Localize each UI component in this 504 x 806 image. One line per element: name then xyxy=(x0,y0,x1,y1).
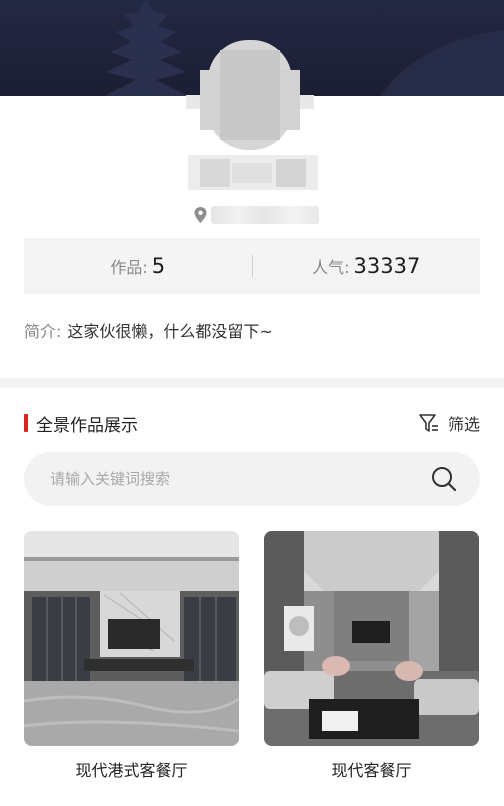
work-thumbnail[interactable] xyxy=(264,531,479,746)
work-card[interactable]: 现代港式客餐厅 xyxy=(24,531,239,781)
works-count: 5 xyxy=(151,254,166,278)
filter-label: 筛选 xyxy=(447,415,480,434)
bio: 简介: 这家伙很懒，什么都没留下~ xyxy=(24,318,273,342)
work-card[interactable]: 现代客餐厅 xyxy=(264,531,479,781)
bio-text: 这家伙很懒，什么都没留下~ xyxy=(67,322,273,341)
works-stat[interactable]: 作品: 5 xyxy=(24,254,252,278)
work-title[interactable]: 现代港式客餐厅 xyxy=(24,757,239,781)
bio-label: 简介: xyxy=(24,322,62,341)
work-thumbnail[interactable] xyxy=(24,531,239,746)
search-icon[interactable] xyxy=(430,465,458,493)
location-row xyxy=(194,205,319,225)
popularity-label: 人气: xyxy=(312,258,350,277)
location-text-blurred xyxy=(211,206,319,224)
section-divider xyxy=(0,378,504,388)
section-header: 全景作品展示 筛选 xyxy=(24,410,480,436)
work-title[interactable]: 现代客餐厅 xyxy=(264,757,479,781)
search-bar xyxy=(24,452,480,506)
works-label: 作品: xyxy=(110,258,148,277)
section-title-group: 全景作品展示 xyxy=(24,411,138,436)
username-blurred xyxy=(188,155,318,190)
search-input[interactable] xyxy=(48,469,392,489)
section-title: 全景作品展示 xyxy=(36,415,138,436)
filter-button[interactable]: 筛选 xyxy=(418,411,480,435)
banner-decoration xyxy=(104,0,188,96)
avatar[interactable] xyxy=(186,40,314,150)
banner-shape xyxy=(380,30,504,96)
popularity-count: 33337 xyxy=(353,254,421,278)
map-pin-icon xyxy=(194,207,207,223)
section-accent-bar xyxy=(24,414,28,432)
stats-bar: 作品: 5 人气: 33337 xyxy=(24,238,480,294)
popularity-stat: 人气: 33337 xyxy=(253,254,481,278)
filter-icon xyxy=(419,414,438,432)
